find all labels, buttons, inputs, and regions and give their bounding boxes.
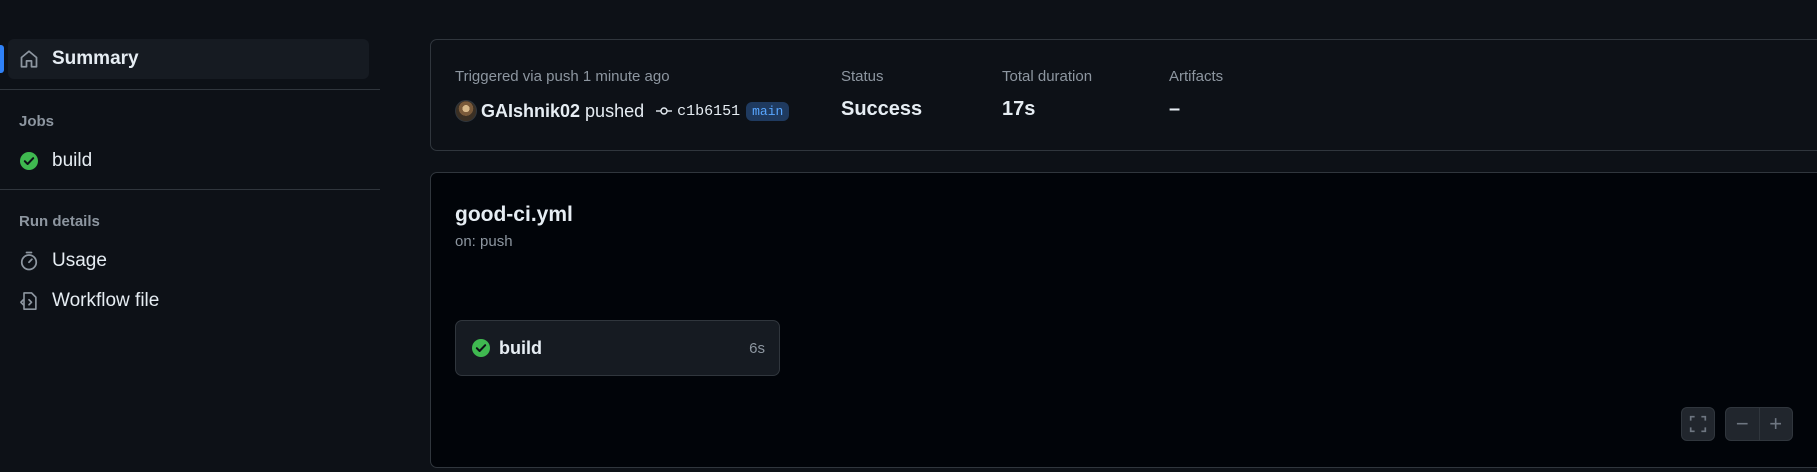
sidebar-divider: [0, 189, 380, 190]
job-duration: 6s: [749, 339, 765, 357]
user-link[interactable]: GAIshnik02: [481, 101, 580, 122]
sidebar-item-label: build: [52, 150, 93, 171]
sidebar-item-usage[interactable]: Usage: [8, 241, 369, 281]
sidebar-item-summary[interactable]: Summary: [8, 39, 369, 79]
minus-icon: −: [1735, 411, 1749, 436]
fullscreen-button[interactable]: [1681, 407, 1715, 441]
workflow-trigger: on: push: [455, 233, 513, 250]
sidebar-item-label: Usage: [52, 250, 107, 271]
run-summary-card: Triggered via push 1 minute ago GAIshnik…: [430, 39, 1817, 151]
workflow-file-title[interactable]: good-ci.yml: [455, 203, 573, 227]
run-details-heading: Run details: [19, 213, 100, 230]
sidebar: Summary Jobs build Run details Usage Wor…: [0, 0, 380, 472]
status-value: Success: [841, 98, 923, 120]
commit-sha: c1b6151: [677, 102, 741, 120]
check-circle-icon: [18, 150, 40, 172]
duration-label: Total duration: [1002, 68, 1093, 85]
artifacts-value: –: [1169, 98, 1181, 120]
file-code-icon: [18, 290, 40, 312]
jobs-heading: Jobs: [19, 113, 55, 130]
job-name: build: [499, 337, 542, 358]
workflow-run-page: Summary Jobs build Run details Usage Wor…: [0, 0, 1817, 472]
commit-link[interactable]: c1b6151: [656, 103, 740, 120]
stopwatch-icon: [18, 250, 40, 272]
status-label: Status: [841, 68, 884, 85]
plus-icon: +: [1769, 411, 1783, 436]
sidebar-item-job-build[interactable]: build: [8, 141, 369, 181]
zoom-out-button[interactable]: −: [1726, 408, 1759, 440]
job-node-build[interactable]: build 6s: [455, 320, 780, 376]
zoom-controls: − +: [1725, 407, 1793, 441]
check-circle-icon: [471, 338, 491, 358]
workflow-graph-card: good-ci.yml on: push build 6s − +: [430, 172, 1817, 468]
trigger-details: GAIshnik02 pushed c1b6151 main: [455, 98, 790, 124]
sidebar-item-workflow-file[interactable]: Workflow file: [8, 281, 369, 321]
duration-value: 17s: [1002, 98, 1036, 120]
action-text: pushed: [585, 100, 645, 121]
fullscreen-icon: [1689, 415, 1707, 433]
zoom-in-button[interactable]: +: [1759, 408, 1792, 440]
sidebar-divider: [0, 89, 380, 90]
git-commit-icon: [656, 107, 673, 115]
active-indicator: [0, 45, 4, 73]
artifacts-label: Artifacts: [1169, 68, 1224, 85]
branch-badge[interactable]: main: [746, 101, 790, 121]
sidebar-item-label: Workflow file: [52, 290, 160, 311]
avatar[interactable]: [455, 100, 477, 122]
trigger-text: Triggered via push 1 minute ago: [455, 68, 670, 85]
sidebar-item-label: Summary: [52, 48, 139, 69]
home-icon: [18, 48, 40, 70]
